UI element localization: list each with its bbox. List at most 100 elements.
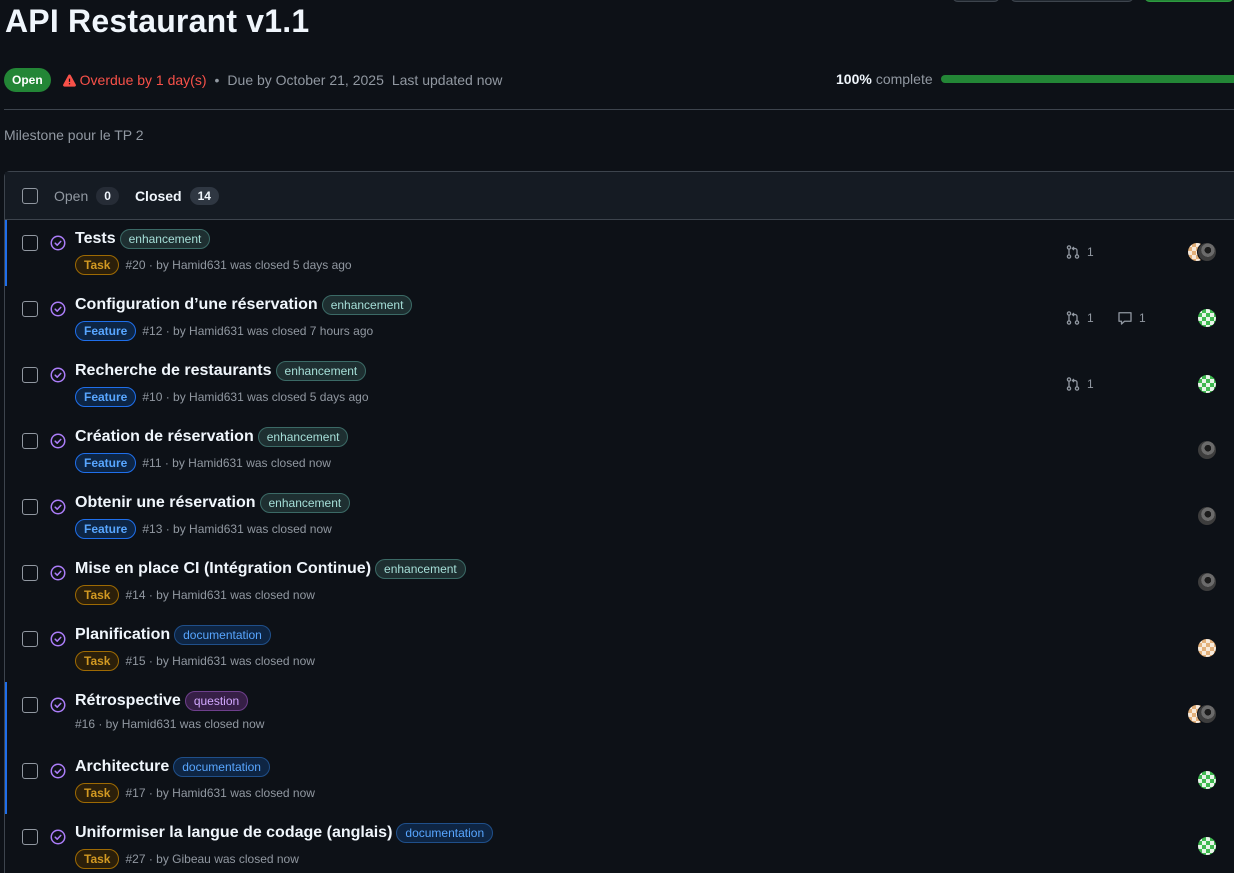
issue-closed-icon [50,763,66,779]
issue-closed-icon [50,499,66,515]
comment-icon [1117,310,1139,326]
issue-closed-icon [50,697,66,713]
issue-closed-icon [50,235,66,251]
overdue-status: Overdue by 1 day(s) [62,72,207,88]
header-action-button[interactable] [952,0,1000,2]
assignee-avatars [1197,638,1217,658]
tab-closed-label: Closed [134,187,182,204]
linked-pr-count[interactable]: 1 [1065,310,1094,326]
issue-label-documentation[interactable]: documentation [396,823,494,843]
avatar[interactable] [1197,770,1217,790]
issue-label-documentation[interactable]: documentation [174,625,271,645]
issue-type-badge[interactable]: Task [75,651,120,671]
avatar[interactable] [1197,308,1217,328]
issue-row[interactable]: Mise en place CI (Intégration Continue) e… [5,550,1234,616]
comment-count[interactable]: 1 [1117,310,1146,326]
due-date: Due by October 21, 2025 [227,72,384,88]
issue-title-link[interactable]: Tests [75,230,116,248]
issue-checkbox[interactable] [22,433,38,449]
issue-checkbox[interactable] [22,631,38,647]
avatar[interactable] [1197,638,1217,658]
issue-checkbox[interactable] [22,301,38,317]
issue-title-line: Configuration d’une réservation enhanceme… [75,295,413,315]
issue-subline: Task #27 · by Gibeau was closed now [75,849,299,869]
header-action-button[interactable] [1010,0,1134,2]
issue-type-badge[interactable]: Task [75,783,120,803]
issue-title-line: Mise en place CI (Intégration Continue) e… [75,559,466,579]
select-all-checkbox[interactable] [22,187,38,204]
issue-row[interactable]: Création de réservation enhancement Featur… [5,418,1234,484]
issue-title-link[interactable]: Uniformiser la langue de codage (anglais… [75,824,392,842]
issue-title-link[interactable]: Obtenir une réservation [75,494,256,512]
issue-checkbox[interactable] [22,829,38,845]
issue-checkbox[interactable] [22,697,38,713]
tab-closed[interactable]: Closed 14 [134,186,219,205]
avatar[interactable] [1197,704,1217,724]
issue-row[interactable]: Recherche de restaurants enhancement Featu… [5,352,1234,418]
tab-closed-count: 14 [189,186,219,205]
issue-type-badge[interactable]: Feature [75,387,137,407]
assignee-avatars [1197,572,1217,592]
avatar[interactable] [1197,440,1217,460]
issue-checkbox[interactable] [22,367,38,383]
issue-title-link[interactable]: Configuration d’une réservation [75,296,318,314]
issue-closed-icon [50,565,66,581]
avatar[interactable] [1197,242,1217,262]
issue-title-link[interactable]: Recherche de restaurants [75,362,272,380]
assignee-avatars [1197,506,1217,526]
issue-type-badge[interactable]: Feature [75,453,137,473]
issue-row[interactable]: Planification documentation Task #15 · by H… [5,616,1234,682]
issue-row[interactable]: Obtenir une réservation enhancement Featur… [5,484,1234,550]
issue-type-badge[interactable]: Task [75,849,120,869]
tab-open[interactable]: Open 0 [54,186,119,205]
issue-label-enhancement[interactable]: enhancement [321,295,413,315]
pull-request-icon [1065,310,1087,326]
issue-type-badge[interactable]: Feature [75,321,137,341]
issue-title-link[interactable]: Création de réservation [75,428,254,446]
pull-request-icon [1065,376,1087,392]
issue-type-badge[interactable]: Feature [75,519,137,539]
issue-title-link[interactable]: Mise en place CI (Intégration Continue) [75,560,371,578]
issue-label-enhancement[interactable]: enhancement [275,361,367,381]
avatar[interactable] [1197,374,1217,394]
issue-title-link[interactable]: Architecture [75,758,169,776]
issue-checkbox[interactable] [22,499,38,515]
assignee-avatars [1197,440,1217,460]
issue-title-link[interactable]: Rétrospective [75,692,181,710]
issue-label-enhancement[interactable]: enhancement [257,427,349,447]
issue-label-enhancement[interactable]: enhancement [119,229,211,249]
last-updated: Last updated now [391,72,503,88]
issue-subline: Feature #13 · by Hamid631 was closed now [75,519,332,539]
issue-meta: #15 · by Hamid631 was closed now [125,654,315,668]
issue-title-link[interactable]: Planification [75,626,170,644]
avatar[interactable] [1197,506,1217,526]
issue-row[interactable]: Architecture documentation Task #17 · by Ha… [5,748,1234,814]
issue-type-badge[interactable]: Task [75,585,120,605]
linked-pr-count[interactable]: 1 [1065,244,1094,260]
pull-request-icon [1065,244,1087,260]
issue-meta: #20 · by Hamid631 was closed 5 days ago [125,258,352,272]
issue-type-badge[interactable]: Task [75,255,120,275]
issue-row[interactable]: Uniformiser la langue de codage (anglais… [5,814,1234,873]
issue-row[interactable]: Rétrospective question #16 · by Hamid631 w… [5,682,1234,748]
avatar[interactable] [1197,572,1217,592]
issue-checkbox[interactable] [22,235,38,251]
issue-row[interactable]: Configuration d’une réservation enhanceme… [5,286,1234,352]
issue-label-documentation[interactable]: documentation [173,757,270,777]
issue-row[interactable]: Tests enhancement Task #20 · by Hamid631 wa… [5,220,1234,286]
linked-pr-count[interactable]: 1 [1065,376,1094,392]
issue-title-line: Tests enhancement [75,229,211,249]
header-actions [952,0,1234,2]
primary-action-button[interactable] [1144,0,1234,2]
issue-subline: Task #14 · by Hamid631 was closed now [75,585,315,605]
comment-count-value: 1 [1139,311,1146,325]
assignee-avatars [1197,770,1217,790]
issue-subline: Task #15 · by Hamid631 was closed now [75,651,315,671]
issue-title-line: Rétrospective question [75,691,249,711]
issue-label-enhancement[interactable]: enhancement [259,493,351,513]
issue-checkbox[interactable] [22,763,38,779]
issue-checkbox[interactable] [22,565,38,581]
issue-label-question[interactable]: question [184,691,249,711]
avatar[interactable] [1197,836,1217,856]
issue-label-enhancement[interactable]: enhancement [375,559,466,579]
